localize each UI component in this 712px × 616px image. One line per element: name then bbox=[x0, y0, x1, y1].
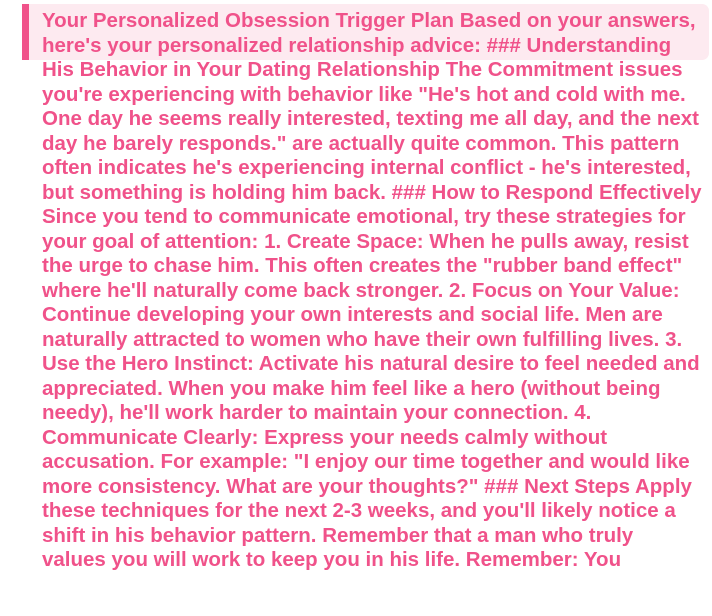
personalized-advice-text: Your Personalized Obsession Trigger Plan… bbox=[42, 9, 702, 571]
